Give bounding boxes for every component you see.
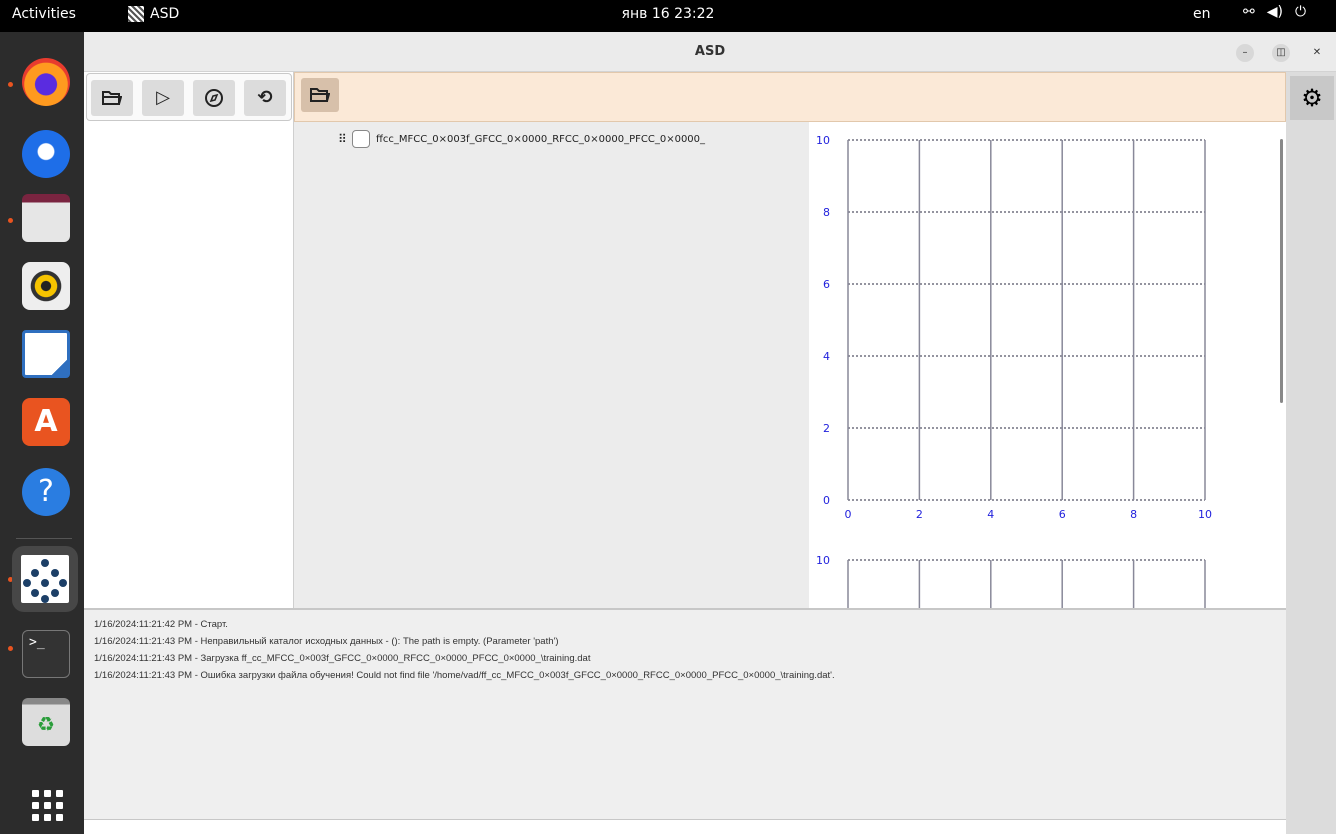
app-menu-label: ASD <box>150 6 180 22</box>
list-item[interactable]: ⠿ ffcc_MFCC_0×003f_GFCC_0×0000_RFCC_0×00… <box>338 130 705 148</box>
file-toolbar <box>294 72 1286 122</box>
left-panel: ▷ ⟲ <box>84 72 294 608</box>
y-tick-label: 10 <box>816 134 830 147</box>
running-indicator <box>8 82 13 87</box>
drag-handle-icon[interactable]: ⠿ <box>338 132 347 146</box>
running-indicator <box>8 218 13 223</box>
compass-icon <box>205 89 223 107</box>
app-center-icon[interactable]: A <box>22 398 70 446</box>
y-tick-label: 0 <box>823 494 830 507</box>
chart-panel: 0 2 4 6 8 10 0 2 4 6 8 10 10 <box>809 122 1286 608</box>
log-panel: 1/16/2024:11:21:42 PM - Старт. 1/16/2024… <box>84 608 1286 820</box>
refresh-button[interactable]: ⟲ <box>244 80 286 116</box>
y-tick-label: 10 <box>816 554 830 567</box>
file-name: ffcc_MFCC_0×003f_GFCC_0×0000_RFCC_0×0000… <box>376 133 706 145</box>
title-bar[interactable]: ASD – ◫ ✕ <box>84 32 1336 72</box>
y-tick-label: 8 <box>823 206 830 219</box>
close-button[interactable]: ✕ <box>1308 44 1326 62</box>
chart-area: 0 2 4 6 8 10 0 2 4 6 8 10 10 <box>816 134 1212 608</box>
open-folder-button-secondary[interactable] <box>301 78 339 112</box>
files-icon[interactable] <box>22 194 70 242</box>
minimize-button[interactable]: – <box>1236 44 1254 62</box>
help-icon[interactable]: ? <box>22 468 70 516</box>
settings-button[interactable]: ⚙ <box>1290 76 1334 120</box>
app-menu[interactable]: ASD <box>128 6 179 22</box>
right-side-strip: ⚙ <box>1286 72 1336 834</box>
system-tray[interactable]: ⚯ ◀) ⏻ <box>1243 4 1306 20</box>
run-button[interactable]: ▷ <box>142 80 184 116</box>
top-bar: Activities ASD янв 16 23:22 en ⚯ ◀) ⏻ <box>0 0 1336 32</box>
window-title: ASD <box>694 44 726 59</box>
x-tick-label: 4 <box>987 508 994 521</box>
activities-button[interactable]: Activities <box>12 6 76 22</box>
network-icon: ⚯ <box>1243 4 1255 20</box>
refresh-icon: ⟲ <box>257 87 273 108</box>
clock[interactable]: янв 16 23:22 <box>0 6 1336 22</box>
file-checkbox[interactable] <box>352 130 370 148</box>
x-tick-label: 8 <box>1130 508 1137 521</box>
y-tick-label: 6 <box>823 278 830 291</box>
log-line: 1/16/2024:11:21:43 PM - Загрузка ff_cc_M… <box>94 653 591 664</box>
libreoffice-writer-icon[interactable] <box>22 330 70 378</box>
rhythmbox-icon[interactable] <box>22 262 70 310</box>
asd-dock-button[interactable] <box>12 546 78 612</box>
terminal-icon[interactable]: >_ <box>22 630 70 678</box>
thunderbird-icon[interactable] <box>22 130 70 178</box>
gear-icon: ⚙ <box>1301 84 1323 112</box>
asd-icon <box>21 555 69 603</box>
running-indicator <box>8 646 13 651</box>
main-toolbar: ▷ ⟲ <box>86 73 292 121</box>
status-bar <box>84 820 1286 834</box>
log-line: 1/16/2024:11:21:43 PM - Ошибка загрузки … <box>94 670 835 681</box>
trash-icon[interactable]: ♻ <box>22 698 70 746</box>
dock: A ? >_ ♻ <box>0 32 84 834</box>
folder-open-icon <box>102 91 123 105</box>
log-line: 1/16/2024:11:21:42 PM - Старт. <box>94 619 228 630</box>
open-folder-button[interactable] <box>91 80 133 116</box>
dock-separator <box>16 538 72 539</box>
chart-scrollbar[interactable] <box>1280 139 1283 403</box>
app-window: ASD – ◫ ✕ ▷ ⟲ ⠿ ffcc_MFCC_0×003f_GFCC_0×… <box>84 32 1336 834</box>
log-line: 1/16/2024:11:21:43 PM - Неправильный кат… <box>94 636 559 647</box>
x-tick-label: 6 <box>1059 508 1066 521</box>
navigate-button[interactable] <box>193 80 235 116</box>
show-apps-icon[interactable] <box>22 780 70 828</box>
x-tick-label: 0 <box>845 508 852 521</box>
volume-icon: ◀) <box>1266 4 1283 20</box>
keyboard-layout-indicator[interactable]: en <box>1193 6 1211 22</box>
x-tick-label: 2 <box>916 508 923 521</box>
restore-button[interactable]: ◫ <box>1272 44 1290 62</box>
folder-open-icon <box>310 88 331 102</box>
asd-app-icon <box>128 6 144 22</box>
x-tick-label: 10 <box>1198 508 1212 521</box>
power-icon: ⏻ <box>1294 4 1307 20</box>
play-icon: ▷ <box>156 87 170 108</box>
y-tick-label: 4 <box>823 350 830 363</box>
firefox-icon[interactable] <box>22 58 70 106</box>
file-list-panel: ⠿ ffcc_MFCC_0×003f_GFCC_0×0000_RFCC_0×00… <box>294 122 809 608</box>
y-tick-label: 2 <box>823 422 830 435</box>
